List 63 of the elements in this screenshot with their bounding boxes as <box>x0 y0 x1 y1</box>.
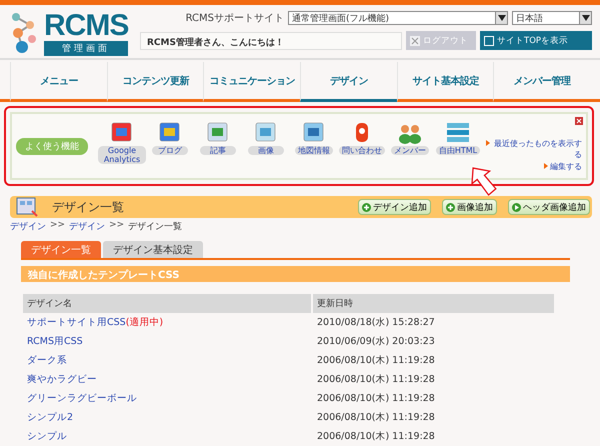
close-icon[interactable] <box>575 117 583 125</box>
shortcut-link[interactable]: 記事 <box>200 146 236 155</box>
date-cell-text: 2006/08/10(木) 11:19:28 <box>316 411 436 425</box>
page-title: デザイン一覧 <box>52 198 125 216</box>
nav-tab[interactable]: コミュニケーション <box>203 62 300 102</box>
tab[interactable]: デザイン基本設定 <box>103 241 203 258</box>
action-button[interactable]: 画像追加 <box>442 199 497 215</box>
nav-tab[interactable]: サイト基本設定 <box>396 62 494 102</box>
action-button[interactable]: デザイン追加 <box>358 199 431 215</box>
nav-tab[interactable]: メニュー <box>10 62 107 102</box>
plus-icon <box>446 202 455 212</box>
nav-tab[interactable]: コンテンツ更新 <box>106 62 204 102</box>
play-icon <box>512 202 521 212</box>
logo-text: RCMS <box>44 11 128 41</box>
nav-tab[interactable]: メンバー管理 <box>493 62 590 102</box>
status-text: (適用中) <box>126 316 164 329</box>
panel-link[interactable]: 編集する <box>550 161 582 172</box>
language-select[interactable]: 日本語 <box>512 11 592 25</box>
breadcrumb-link[interactable]: デザイン <box>10 220 46 233</box>
window-icon <box>484 36 494 46</box>
date-cell-text: 2006/08/10(木) 11:19:28 <box>316 373 436 387</box>
shortcut-link[interactable]: ブログ <box>152 146 188 155</box>
date-cell-text: 2010/08/18(水) 15:28:27 <box>316 316 436 330</box>
design-link[interactable]: サポートサイト用CSS <box>27 316 126 329</box>
design-link[interactable]: 爽やかラグビー <box>27 373 97 386</box>
design-link[interactable]: グリーンラグビーボール <box>27 392 137 405</box>
column-header: デザイン名 <box>23 294 313 313</box>
caret-icon <box>582 15 590 21</box>
date-cell-text: 2006/08/10(木) 11:19:28 <box>316 430 436 444</box>
nav-tab[interactable]: デザイン <box>300 62 397 102</box>
design-link[interactable]: シンプル2 <box>27 411 74 424</box>
shortcut-link[interactable]: 地図情報 <box>295 146 333 155</box>
shortcut-link[interactable]: Google Analytics <box>98 146 146 164</box>
date-cell-text: 2010/06/09(水) 20:03:23 <box>316 335 436 349</box>
shortcut-link[interactable]: 画像 <box>248 146 284 155</box>
logo-subtitle: 管理画面 <box>44 41 128 56</box>
breadcrumb-link[interactable]: デザイン <box>69 220 106 233</box>
plus-icon <box>362 202 371 212</box>
favorites-label: よく使う機能 <box>16 138 88 154</box>
site-label: RCMSサポートサイト <box>186 12 284 25</box>
column-header: 更新日時 <box>313 294 556 313</box>
date-cell-text: 2006/08/10(木) 11:19:28 <box>316 392 436 406</box>
close-icon <box>410 36 420 46</box>
breadcrumb-separator: >> <box>109 220 124 232</box>
breadcrumb-current-page: デザイン一覧 <box>128 221 182 233</box>
design-link[interactable]: ダーク系 <box>27 354 67 367</box>
site-top-button[interactable]: サイトTOPを表示 <box>480 31 592 50</box>
mode-select[interactable]: 通常管理画面(フル機能) <box>288 11 508 25</box>
greeting-text: RCMS管理者さん、こんにちは！ <box>140 32 402 50</box>
design-link[interactable]: RCMS用CSS <box>27 335 83 348</box>
breadcrumb-separator: >> <box>50 220 66 232</box>
shortcut-link[interactable]: 自由HTML <box>436 146 480 155</box>
action-button[interactable]: ヘッダ画像追加 <box>508 199 590 215</box>
triangle-icon <box>486 140 490 146</box>
date-cell-text: 2006/08/10(木) 11:19:28 <box>316 354 436 368</box>
triangle-icon <box>544 163 548 169</box>
stack-icon <box>445 120 471 144</box>
shortcut-link[interactable]: 問い合わせ <box>339 146 385 155</box>
caret-icon <box>498 15 506 21</box>
panel-link[interactable]: 最近使ったものを表示する <box>492 138 582 160</box>
section-header: 独自に作成したテンプレートCSS <box>21 266 570 282</box>
design-link[interactable]: シンプル <box>27 430 67 443</box>
shortcut-link[interactable]: メンバー <box>391 146 429 155</box>
